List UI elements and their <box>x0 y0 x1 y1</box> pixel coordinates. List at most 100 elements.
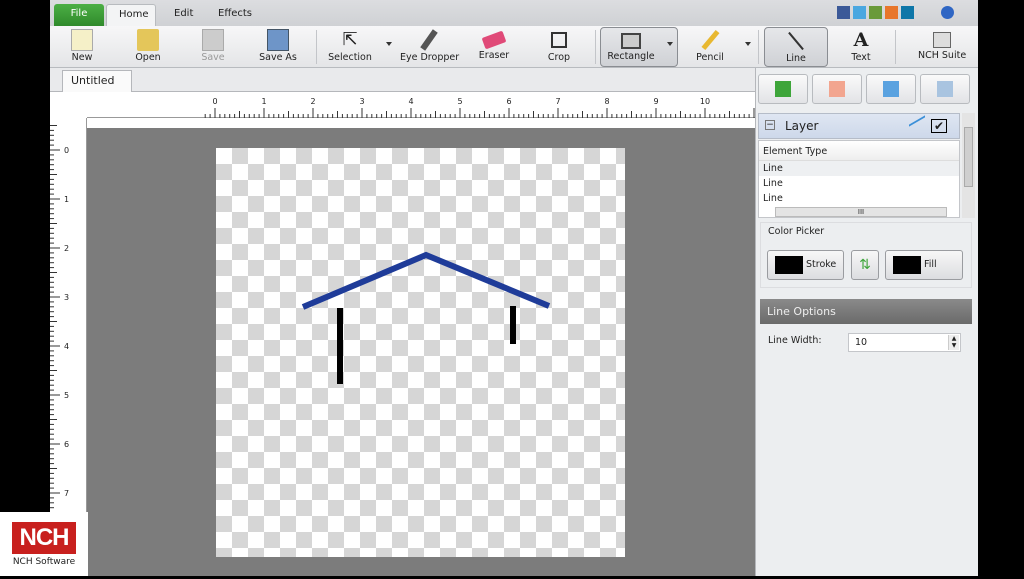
ruler-label: 4 <box>408 97 413 106</box>
fill-label: Fill <box>924 259 937 270</box>
merge-down-icon <box>937 81 953 97</box>
rectangle-dropdown[interactable] <box>667 42 673 46</box>
nch-suite-button[interactable]: NCH Suite <box>918 27 966 67</box>
collapse-icon[interactable]: − <box>765 120 775 130</box>
list-item[interactable]: Line <box>759 161 959 176</box>
save-as-button[interactable]: Save As <box>256 27 300 67</box>
stroke-swatch <box>775 256 803 274</box>
rectangle-button[interactable]: Rectangle <box>600 27 678 67</box>
text-button[interactable]: A Text <box>845 27 877 67</box>
ruler-label: 3 <box>64 293 69 302</box>
ruler-label: 0 <box>212 97 217 106</box>
document-tab[interactable]: Untitled × <box>62 70 132 107</box>
path-icon[interactable] <box>909 115 925 139</box>
ruler-label: 5 <box>457 97 462 106</box>
crop-icon <box>551 32 567 48</box>
eye-dropper-button[interactable]: Eye Dropper <box>400 27 459 67</box>
element-list: Element Type Line Line Line III <box>758 140 960 218</box>
linkedin-icon[interactable] <box>901 6 914 19</box>
tab-home[interactable]: Home <box>106 4 156 26</box>
color-picker-title: Color Picker <box>768 226 825 237</box>
tab-edit[interactable]: Edit <box>162 4 205 26</box>
social-icons <box>837 6 927 20</box>
line-options-header[interactable]: Line Options <box>760 299 972 324</box>
open-label: Open <box>135 52 161 63</box>
line-button[interactable]: Line <box>764 27 828 67</box>
open-button[interactable]: Open <box>128 27 168 67</box>
facebook-icon[interactable] <box>837 6 850 19</box>
add-layer-button[interactable] <box>758 74 808 104</box>
rectangle-icon <box>621 33 641 49</box>
vertical-ruler: 0 1 2 3 4 5 6 7 <box>50 118 87 576</box>
visibility-checkbox[interactable]: ✔ <box>931 119 947 133</box>
ruler-label: 4 <box>64 342 69 351</box>
google-plus-icon[interactable] <box>869 6 882 19</box>
new-label: New <box>71 52 93 63</box>
line-width-input[interactable]: 10 ▲ ▼ <box>848 333 961 352</box>
layer-header[interactable]: − Layer ✔ <box>758 113 960 139</box>
ruler-label: 1 <box>64 195 69 204</box>
pencil-icon <box>701 29 719 51</box>
ruler-label: 2 <box>64 244 69 253</box>
pencil-dropdown[interactable] <box>745 42 751 46</box>
line-icon <box>788 31 804 51</box>
eraser-label: Eraser <box>478 50 510 61</box>
ruler-label: 7 <box>64 489 69 498</box>
color-picker-group: Color Picker Stroke ⇅ Fill <box>760 222 972 288</box>
eye-dropper-icon <box>420 29 438 51</box>
roof-line[interactable] <box>301 251 551 310</box>
delete-layer-button[interactable] <box>812 74 862 104</box>
toolbar <box>50 26 978 68</box>
add-icon <box>775 81 791 97</box>
panel-scrollbar[interactable] <box>962 113 975 218</box>
ruler-label: 6 <box>506 97 511 106</box>
duplicate-layer-button[interactable] <box>866 74 916 104</box>
scrollbar-thumb[interactable] <box>964 127 973 187</box>
twitter-icon[interactable] <box>853 6 866 19</box>
element-type-header[interactable]: Element Type <box>759 141 959 161</box>
drawing-canvas[interactable] <box>216 148 625 557</box>
ruler-label: 8 <box>604 97 609 106</box>
pencil-button[interactable]: Pencil <box>692 27 728 67</box>
text-label: Text <box>851 52 871 63</box>
swap-colors-button[interactable]: ⇅ <box>851 250 879 280</box>
save-label: Save <box>201 52 225 63</box>
ruler-label: 9 <box>653 97 658 106</box>
new-button[interactable]: New <box>62 27 102 67</box>
list-item[interactable]: Line <box>759 176 959 191</box>
eraser-button[interactable]: Eraser <box>476 27 512 67</box>
drawing-layer <box>301 251 551 384</box>
crop-button[interactable]: Crop <box>542 27 576 67</box>
ruler-ticks: 0 1 2 3 4 5 6 7 <box>50 125 69 572</box>
save-button[interactable]: Save <box>193 27 233 67</box>
share-icon[interactable] <box>885 6 898 19</box>
merge-layer-button[interactable] <box>920 74 970 104</box>
ruler-label: 10 <box>700 97 710 106</box>
tab-file[interactable]: File <box>54 4 104 26</box>
horizontal-scrollbar[interactable]: III <box>775 207 947 217</box>
line-width-label: Line Width: <box>768 335 822 346</box>
tab-effects[interactable]: Effects <box>206 4 264 26</box>
toolbar-divider <box>895 30 896 64</box>
ruler-ticks: 0 1 2 3 4 5 6 7 8 9 10 <box>204 97 755 118</box>
line-label: Line <box>786 53 806 64</box>
ruler-label: 2 <box>310 97 315 106</box>
save-as-label: Save As <box>259 52 297 63</box>
line-width-stepper[interactable]: ▲ ▼ <box>948 335 959 350</box>
ruler-label: 3 <box>359 97 364 106</box>
stroke-label: Stroke <box>806 259 837 270</box>
help-icon[interactable] <box>941 6 954 19</box>
document-tab-title: Untitled <box>71 74 115 87</box>
selection-label: Selection <box>328 52 372 63</box>
nch-logo: NCH NCH Software <box>0 512 88 576</box>
pencil-label: Pencil <box>696 52 724 63</box>
selection-dropdown[interactable] <box>386 42 392 46</box>
ruler-label: 0 <box>64 146 69 155</box>
save-icon <box>202 29 224 51</box>
selection-button[interactable]: ⇱ Selection <box>328 27 372 67</box>
list-item[interactable]: Line <box>759 191 959 206</box>
fill-color-button[interactable]: Fill <box>885 250 963 280</box>
nch-suite-label: NCH Suite <box>918 50 967 61</box>
toolbox-icon <box>933 32 951 48</box>
stroke-color-button[interactable]: Stroke <box>767 250 844 280</box>
